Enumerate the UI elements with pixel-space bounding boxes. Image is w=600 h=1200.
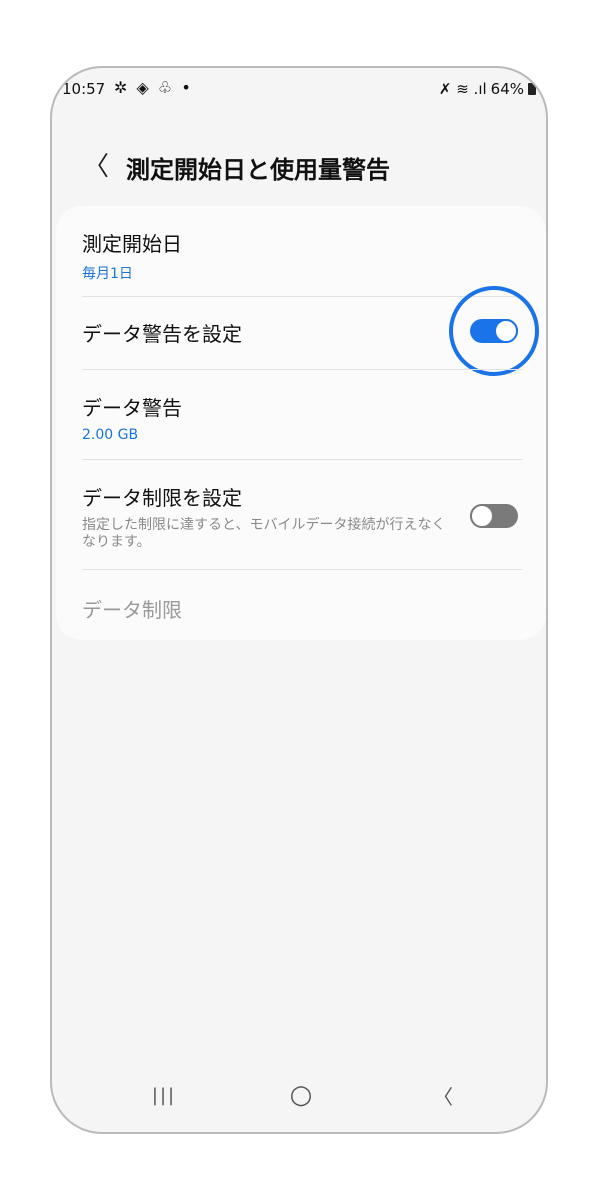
settings-card: 測定開始日 毎月1日 データ警告を設定 データ警告 2.00 GB データ制限を… <box>56 206 546 640</box>
divider <box>82 569 522 570</box>
measurement-start-value: 毎月1日 <box>82 266 133 282</box>
notification-icons: ✲ ◈ ♧ • <box>114 78 193 97</box>
data-limit-toggle-item[interactable]: データ制限を設定 指定した制限に達すると、モバイルデータ接続が行えなくなります。 <box>82 482 522 551</box>
data-warning-label: データ警告 <box>82 396 182 420</box>
data-limit-item: データ制限 <box>82 594 522 623</box>
status-time: 10:57 <box>62 80 106 98</box>
data-limit-label: データ制限 <box>82 598 182 622</box>
phone-frame: 10:57 ✲ ◈ ♧ • ✗ ≋ .ıl 64% 〈 測定開始日と使用量警告 … <box>50 66 548 1134</box>
status-bar: 10:57 ✲ ◈ ♧ • ✗ ≋ .ıl 64% <box>52 74 546 110</box>
battery-percent: 64% <box>490 80 524 98</box>
home-button[interactable]: ○ <box>281 1080 321 1110</box>
data-limit-toggle-label: データ制限を設定 <box>82 486 242 510</box>
status-icons: ✗ ≋ .ıl <box>438 80 487 98</box>
divider <box>82 459 522 460</box>
divider <box>82 369 522 370</box>
data-warning-value: 2.00 GB <box>82 427 139 443</box>
recents-icon: ||| <box>151 1084 177 1106</box>
divider <box>82 296 522 297</box>
page-header: 〈 測定開始日と使用量警告 <box>52 140 546 190</box>
status-right: ✗ ≋ .ıl 64% <box>439 80 536 98</box>
navigation-bar: ||| ○ 〈 <box>52 1062 546 1132</box>
battery-icon <box>528 83 536 95</box>
switch-knob <box>470 504 494 528</box>
data-limit-switch[interactable] <box>470 504 518 528</box>
recents-button[interactable]: ||| <box>144 1080 184 1110</box>
chevron-left-icon: 〈 <box>82 151 109 182</box>
page-title: 測定開始日と使用量警告 <box>126 156 390 184</box>
measurement-start-item[interactable]: 測定開始日 毎月1日 <box>82 228 522 283</box>
back-icon: 〈 <box>433 1084 453 1109</box>
back-button[interactable]: 〈 <box>76 144 116 184</box>
measurement-start-label: 測定開始日 <box>82 232 182 256</box>
highlight-circle <box>449 286 539 376</box>
data-limit-description: 指定した制限に達すると、モバイルデータ接続が行えなくなります。 <box>82 517 446 550</box>
home-icon: ○ <box>289 1080 313 1110</box>
data-warning-item[interactable]: データ警告 2.00 GB <box>82 392 522 443</box>
nav-back-button[interactable]: 〈 <box>423 1080 463 1110</box>
